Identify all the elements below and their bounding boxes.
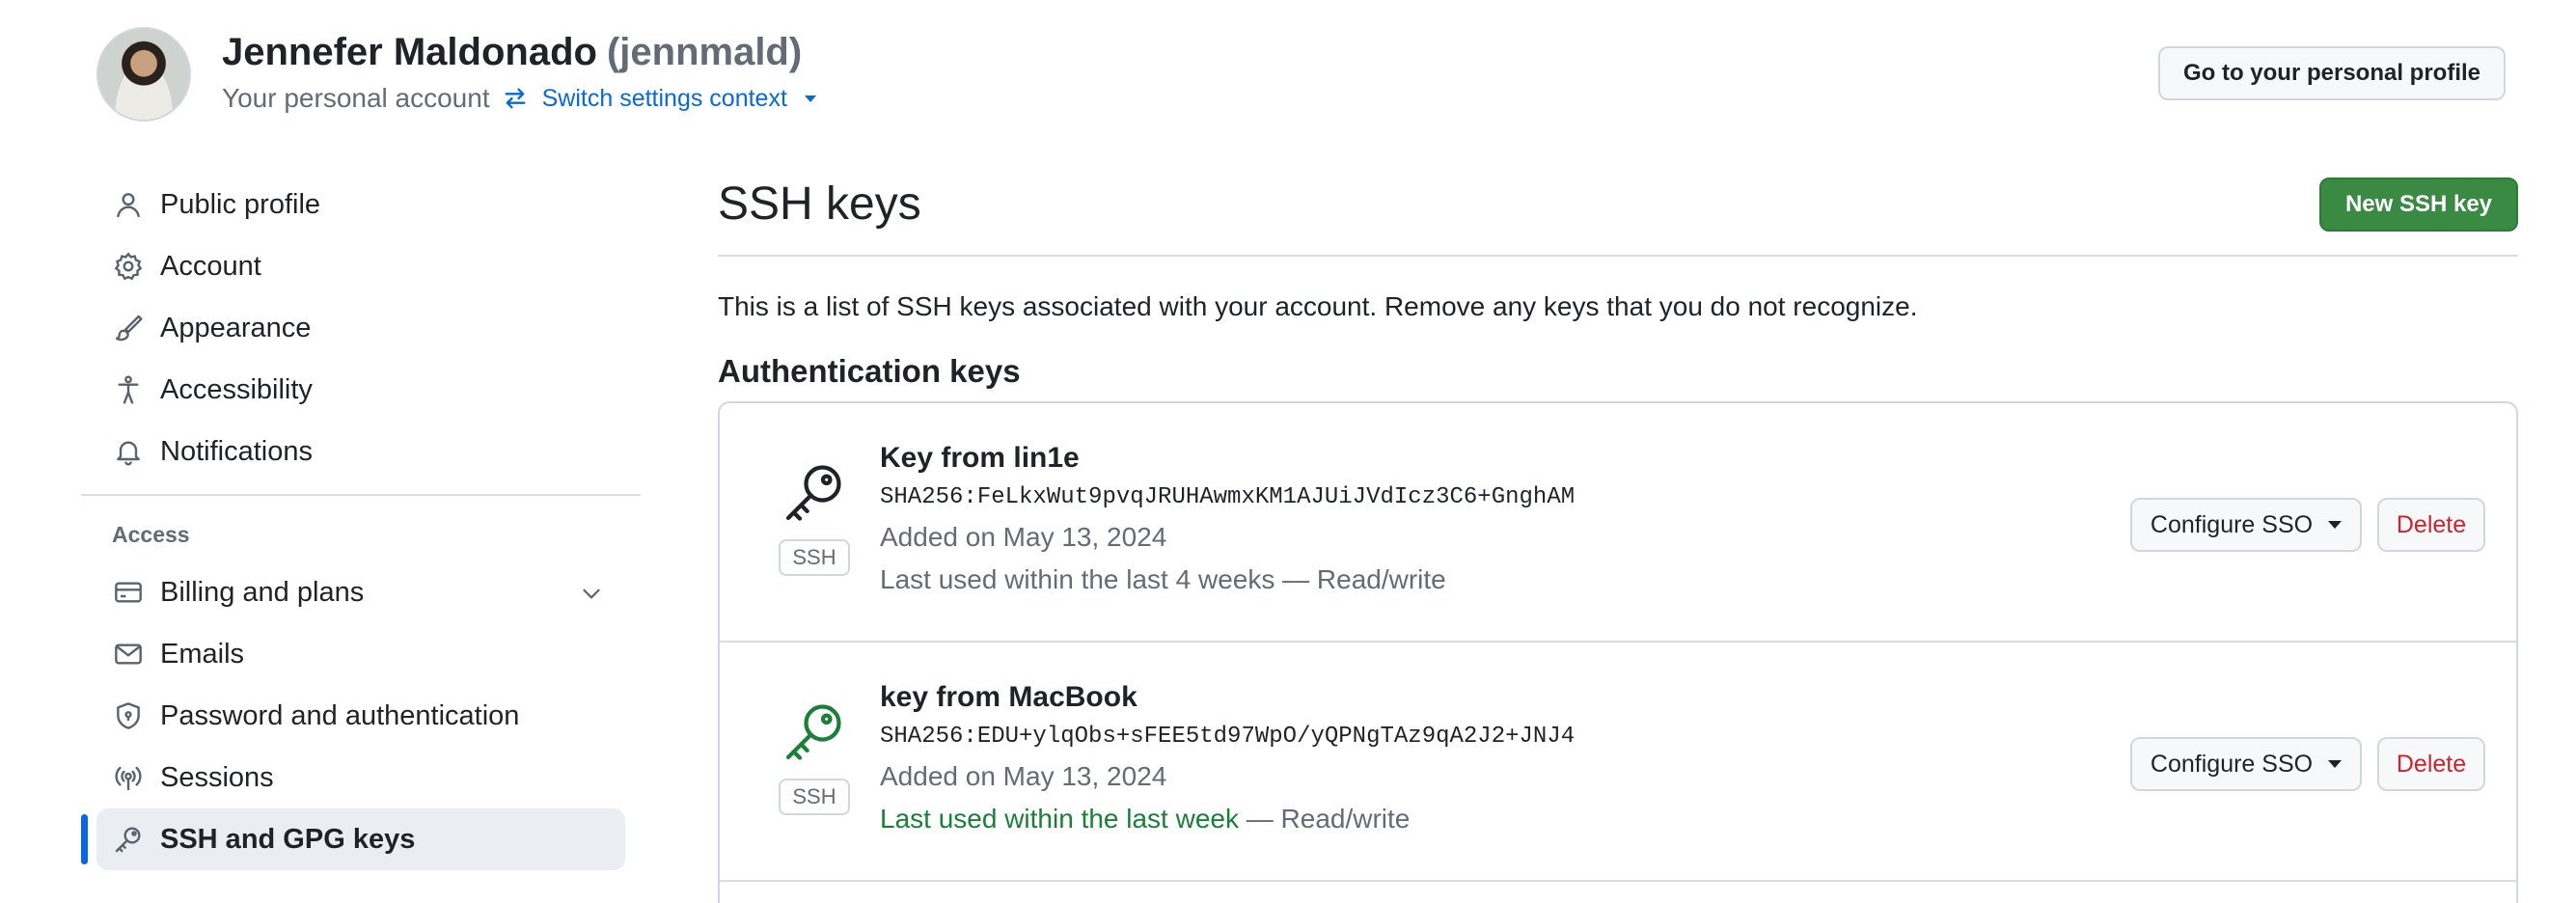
key-actions: Configure SSO Delete: [2130, 737, 2485, 791]
sidebar-item-appearance[interactable]: Appearance: [81, 297, 641, 359]
sidebar-item-password-authentication[interactable]: Password and authentication: [81, 685, 641, 747]
broadcast-icon: [112, 761, 145, 794]
key-last-used: Last used within the last 4 weeks — Read…: [880, 564, 1575, 595]
key-added-date: Added on May 13, 2024: [880, 761, 1167, 791]
chevron-down-icon[interactable]: [579, 581, 604, 614]
gear-icon: [112, 250, 145, 283]
key-fingerprint: SHA256:FeLkxWut9pvqJRUHAwmxKM1AJUiJVdIcz…: [880, 484, 1576, 510]
shield-lock-icon: [112, 699, 145, 732]
last-used-text: Last used within the last 4 weeks: [880, 564, 1275, 594]
account-context-row: Your personal account Switch settings co…: [222, 83, 816, 114]
title-divider: [718, 255, 2518, 257]
caret-down-icon: [804, 95, 816, 102]
key-details: key from MacBook SHA256:EDU+ylqObs+sFEE5…: [880, 681, 1575, 835]
accessibility-icon: [112, 373, 145, 406]
sidebar-item-notifications[interactable]: Notifications: [81, 421, 641, 482]
sidebar-section-access: Access: [112, 521, 190, 547]
last-used-text: Last used within the last week: [880, 804, 1239, 834]
sidebar-item-label: Billing and plans: [160, 576, 365, 608]
sidebar-divider: [81, 494, 641, 496]
sidebar-item-label: Notifications: [160, 435, 313, 467]
caret-down-icon: [2328, 521, 2343, 529]
sidebar-item-label: Appearance: [160, 312, 312, 343]
arrow-switch-icon: [502, 85, 529, 112]
user-handle: (jennmald): [606, 31, 803, 73]
key-details: Key from lin1e SHA256:FeLkxWut9pvqJRUHAw…: [880, 442, 1575, 595]
user-display-name: Jennefer Maldonado: [222, 31, 597, 73]
settings-sidebar: Public profile Account Appearance Access…: [81, 174, 641, 870]
sidebar-item-label: Emails: [160, 638, 245, 670]
sidebar-item-account[interactable]: Account: [81, 235, 641, 297]
bell-icon: [112, 435, 145, 468]
key-icon: [112, 823, 145, 856]
caret-down-icon: [2328, 760, 2343, 768]
access-level: — Read/write: [1274, 564, 1446, 594]
intro-text: This is a list of SSH keys associated wi…: [718, 291, 1918, 321]
sidebar-item-label: SSH and GPG keys: [160, 823, 416, 855]
ssh-badge: SSH: [779, 539, 850, 576]
key-fingerprint: SHA256:EDU+ylqObs+sFEE5td97WpO/yQPNgTAz9…: [880, 724, 1576, 750]
sidebar-item-public-profile[interactable]: Public profile: [81, 174, 641, 235]
key-icon: [781, 698, 847, 769]
mail-icon: [112, 638, 145, 670]
key-type-indicator: SSH: [779, 698, 850, 815]
sidebar-item-ssh-gpg-keys[interactable]: SSH and GPG keys: [81, 808, 625, 870]
sidebar-item-billing[interactable]: Billing and plans: [81, 561, 641, 623]
person-icon: [112, 188, 145, 221]
user-name-heading: Jennefer Maldonado (jennmald): [222, 31, 802, 74]
delete-key-button[interactable]: Delete: [2377, 737, 2485, 791]
account-label: Your personal account: [222, 83, 490, 113]
authentication-keys-heading: Authentication keys: [718, 353, 1021, 389]
switch-context-label: Switch settings context: [541, 84, 787, 112]
ssh-key-row: SSH Key from lin1e SHA256:FeLkxWut9pvqJR…: [720, 403, 2516, 643]
sidebar-item-sessions[interactable]: Sessions: [81, 747, 641, 808]
sidebar-item-label: Accessibility: [160, 373, 313, 405]
sidebar-item-label: Sessions: [160, 761, 274, 793]
key-added-date: Added on May 13, 2024: [880, 522, 1167, 552]
paintbrush-icon: [112, 312, 145, 344]
configure-sso-label: Configure SSO: [2150, 750, 2314, 778]
delete-key-button[interactable]: Delete: [2377, 498, 2485, 552]
key-icon: [781, 459, 847, 530]
credit-card-icon: [112, 576, 145, 609]
sidebar-item-emails[interactable]: Emails: [81, 623, 641, 685]
configure-sso-button[interactable]: Configure SSO: [2130, 498, 2362, 552]
ssh-key-list: SSH Key from lin1e SHA256:FeLkxWut9pvqJR…: [718, 401, 2518, 903]
configure-sso-button[interactable]: Configure SSO: [2130, 737, 2362, 791]
active-indicator: [81, 814, 88, 864]
go-to-profile-button[interactable]: Go to your personal profile: [2158, 46, 2506, 100]
sidebar-item-accessibility[interactable]: Accessibility: [81, 359, 641, 421]
configure-sso-label: Configure SSO: [2150, 510, 2314, 538]
avatar[interactable]: [96, 27, 191, 122]
key-last-used: Last used within the last week — Read/wr…: [880, 804, 1575, 835]
settings-header: Jennefer Maldonado (jennmald) Your person…: [96, 27, 2506, 127]
ssh-badge: SSH: [779, 779, 850, 815]
new-ssh-key-button[interactable]: New SSH key: [2319, 178, 2518, 232]
key-actions: Configure SSO Delete: [2130, 498, 2485, 552]
key-title: key from MacBook: [880, 681, 1137, 713]
sidebar-item-label: Public profile: [160, 188, 321, 220]
sidebar-item-label: Account: [160, 250, 261, 282]
key-type-indicator: SSH: [779, 459, 850, 576]
access-level: — Read/write: [1238, 804, 1411, 834]
key-title: Key from lin1e: [880, 442, 1080, 474]
page-title: SSH keys: [718, 178, 921, 230]
sidebar-item-label: Password and authentication: [160, 699, 520, 731]
switch-settings-context-link[interactable]: Switch settings context: [502, 85, 816, 113]
ssh-key-row: SSH key from MacBook SHA256:EDU+ylqObs+s…: [720, 643, 2516, 882]
